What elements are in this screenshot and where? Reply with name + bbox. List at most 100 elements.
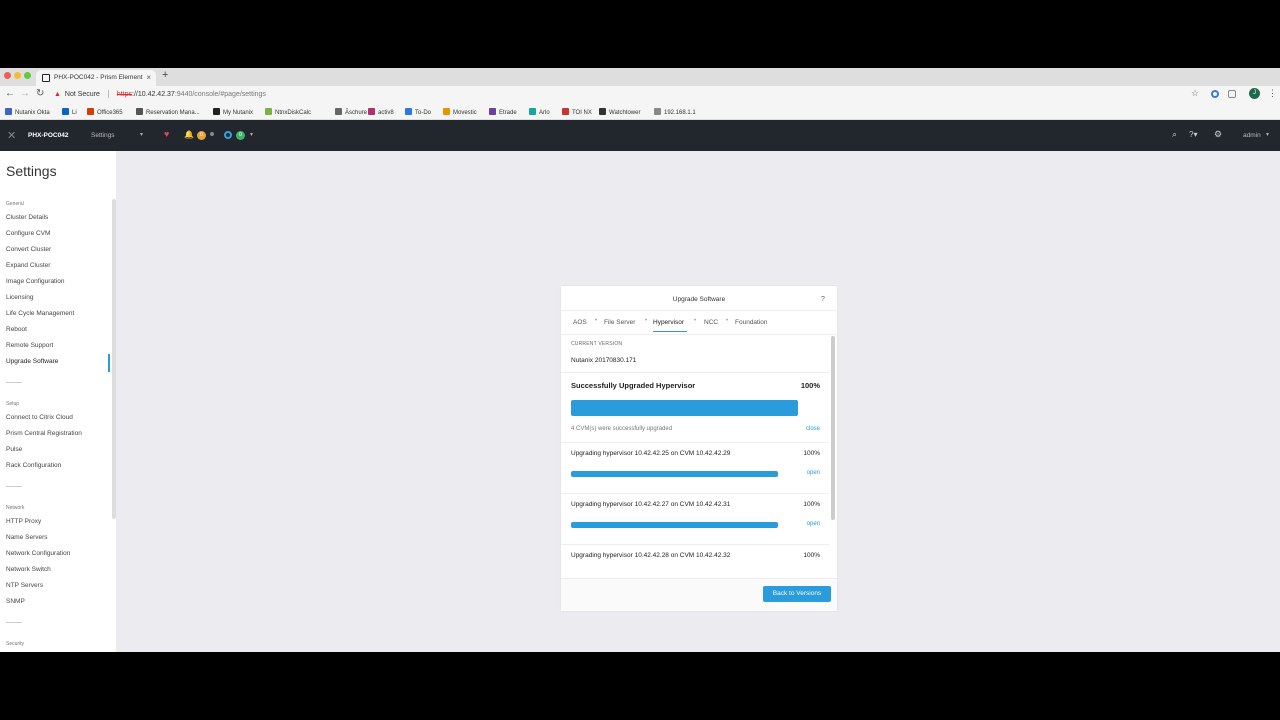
browser-tab[interactable]: PHX-POC042 - Prism Element ×: [36, 70, 156, 86]
bookmark-item[interactable]: 192.168.1.1: [654, 108, 696, 117]
bookmark-item[interactable]: Movestic: [443, 108, 477, 117]
sidebar-item-name-servers[interactable]: Name Servers: [6, 534, 48, 541]
sidebar-section-title: General: [6, 201, 24, 207]
tab-ncc[interactable]: NCC: [704, 319, 718, 326]
alert-bell-icon[interactable]: 🔔: [184, 130, 194, 139]
summary-title: Successfully Upgraded Hypervisor: [571, 381, 696, 390]
sidebar-item-licensing[interactable]: Licensing: [6, 294, 33, 301]
tasks-circle-icon[interactable]: [224, 131, 232, 139]
bookmark-item[interactable]: activ8: [368, 108, 394, 117]
dialog-title: Upgrade Software: [672, 296, 726, 303]
screen: PHX-POC042 - Prism Element × + ← → ↻ ▲ N…: [0, 68, 1280, 652]
sidebar-item-snmp[interactable]: SNMP: [6, 598, 25, 605]
back-to-versions-button[interactable]: Back to Versions: [763, 586, 831, 602]
app-header: ✕ PHX-POC042 Settings ▾ ♥ 🔔 0 0 ▾ ⌕ ?▾ ⚙…: [0, 120, 1280, 151]
sidebar-item-network-switch[interactable]: Network Switch: [6, 566, 51, 573]
sidebar-item-prism-central-registration[interactable]: Prism Central Registration: [6, 430, 82, 437]
forward-arrow-icon[interactable]: →: [20, 88, 30, 99]
dialog-help-icon[interactable]: ?: [821, 296, 825, 303]
bookmark-item[interactable]: My Nutanix: [213, 108, 253, 117]
sidebar-item-connect-to-citrix-cloud[interactable]: Connect to Citrix Cloud: [6, 414, 73, 421]
sidebar-item-reboot[interactable]: Reboot: [6, 326, 27, 333]
user-chevron-down-icon[interactable]: ▾: [1266, 131, 1269, 138]
bookmark-item[interactable]: Etrade: [489, 108, 517, 117]
bookmark-item[interactable]: Nutanix Okta: [5, 108, 50, 117]
row-divider: [561, 442, 829, 443]
sidebar-item-configure-cvm[interactable]: Configure CVM: [6, 230, 50, 237]
bookmark-favicon-icon: [335, 108, 342, 115]
bookmark-item[interactable]: Office365: [87, 108, 123, 117]
sidebar-item-rack-configuration[interactable]: Rack Configuration: [6, 462, 61, 469]
bookmark-favicon-icon: [5, 108, 12, 115]
close-window-icon[interactable]: [4, 72, 11, 79]
tasks-count-badge[interactable]: 0: [236, 131, 245, 140]
bookmark-label: Movestic: [453, 110, 477, 116]
bookmark-item[interactable]: TOI NX: [562, 108, 592, 117]
tab-file-server[interactable]: File Server: [604, 319, 635, 326]
browser-menu-icon[interactable]: ⋮: [1268, 88, 1277, 99]
browser-toolbar: ← → ↻ ▲ Not Secure https://10.42.42.37:9…: [0, 86, 1280, 104]
alerts-count-badge[interactable]: 0: [197, 131, 206, 140]
sidebar-item-ntp-servers[interactable]: NTP Servers: [6, 582, 43, 589]
bookmark-item[interactable]: Āschure: [335, 108, 367, 117]
bookmark-favicon-icon: [489, 108, 496, 115]
sidebar-section-title: Security: [6, 641, 25, 647]
tasks-chevron-down-icon[interactable]: ▾: [250, 131, 253, 138]
tab-aos[interactable]: AOS: [573, 319, 587, 326]
main-menu-label[interactable]: Settings: [91, 132, 115, 139]
bookmark-item[interactable]: Arlo: [529, 108, 550, 117]
address-bar[interactable]: ▲ Not Secure https://10.42.42.37:9440/co…: [54, 88, 1204, 102]
nutanix-logo-icon[interactable]: ✕: [7, 129, 16, 142]
extension-2-icon[interactable]: [1228, 90, 1236, 98]
cluster-name[interactable]: PHX-POC042: [28, 132, 68, 139]
sidebar-item-upgrade-software[interactable]: Upgrade Software: [6, 358, 58, 365]
sidebar-item-pulse[interactable]: Pulse: [6, 446, 22, 453]
sidebar-item-remote-support[interactable]: Remote Support: [6, 342, 53, 349]
summary-close-link[interactable]: close: [806, 426, 820, 432]
tab-hypervisor[interactable]: Hypervisor: [653, 319, 684, 326]
sidebar-item-http-proxy[interactable]: HTTP Proxy: [6, 518, 41, 525]
sidebar-item-convert-cluster[interactable]: Convert Cluster: [6, 246, 51, 253]
bookmark-item[interactable]: NtnxDiskCalc: [265, 108, 311, 117]
reload-icon[interactable]: ↻: [36, 88, 44, 99]
tab-close-icon[interactable]: ×: [146, 70, 151, 86]
maximize-window-icon[interactable]: [24, 72, 31, 79]
sidebar-item-cluster-details[interactable]: Cluster Details: [6, 214, 48, 221]
chevron-down-icon[interactable]: ▾: [140, 131, 143, 138]
sidebar-scrollbar[interactable]: [112, 199, 116, 519]
sidebar-item-image-configuration[interactable]: Image Configuration: [6, 278, 65, 285]
sidebar-section-title: Setup: [6, 401, 20, 407]
back-arrow-icon[interactable]: ←: [5, 88, 15, 99]
tab-foundation[interactable]: Foundation: [735, 319, 768, 326]
upgrade-row-open-link[interactable]: open: [807, 470, 820, 476]
extension-icon[interactable]: [1211, 90, 1219, 98]
user-menu[interactable]: admin: [1243, 132, 1261, 139]
bookmark-label: To-Do: [415, 110, 432, 116]
nutanix-favicon-icon: [42, 74, 50, 82]
sidebar-item-network-configuration[interactable]: Network Configuration: [6, 550, 70, 557]
warning-icon: ▲: [54, 91, 61, 98]
sidebar-item-expand-cluster[interactable]: Expand Cluster: [6, 262, 50, 269]
bookmark-label: NtnxDiskCalc: [275, 110, 312, 116]
search-icon[interactable]: ⌕: [1172, 129, 1177, 140]
upgrade-row-open-link[interactable]: open: [807, 521, 820, 527]
dialog-scrollbar[interactable]: [831, 336, 835, 520]
bookmark-item[interactable]: Watchtower: [599, 108, 640, 117]
bookmark-label: Āschure: [345, 110, 368, 116]
bookmark-item[interactable]: Li: [62, 108, 77, 117]
page-title: Settings: [6, 163, 57, 179]
bookmark-item[interactable]: To-Do: [405, 108, 431, 117]
gear-icon[interactable]: ⚙: [1214, 129, 1222, 140]
help-icon[interactable]: ?▾: [1189, 130, 1197, 139]
bookmark-star-icon[interactable]: ☆: [1191, 88, 1199, 99]
bookmark-label: Reservation Mana...: [146, 110, 200, 116]
bookmark-favicon-icon: [213, 108, 220, 115]
new-tab-button[interactable]: +: [162, 69, 168, 81]
active-item-indicator: [108, 354, 110, 372]
health-heart-icon[interactable]: ♥: [164, 129, 169, 139]
dialog-divider: [561, 310, 837, 311]
minimize-window-icon[interactable]: [14, 72, 21, 79]
profile-avatar[interactable]: J: [1249, 88, 1260, 99]
sidebar-item-life-cycle-management[interactable]: Life Cycle Management: [6, 310, 74, 317]
bookmark-item[interactable]: Reservation Mana...: [136, 108, 200, 117]
